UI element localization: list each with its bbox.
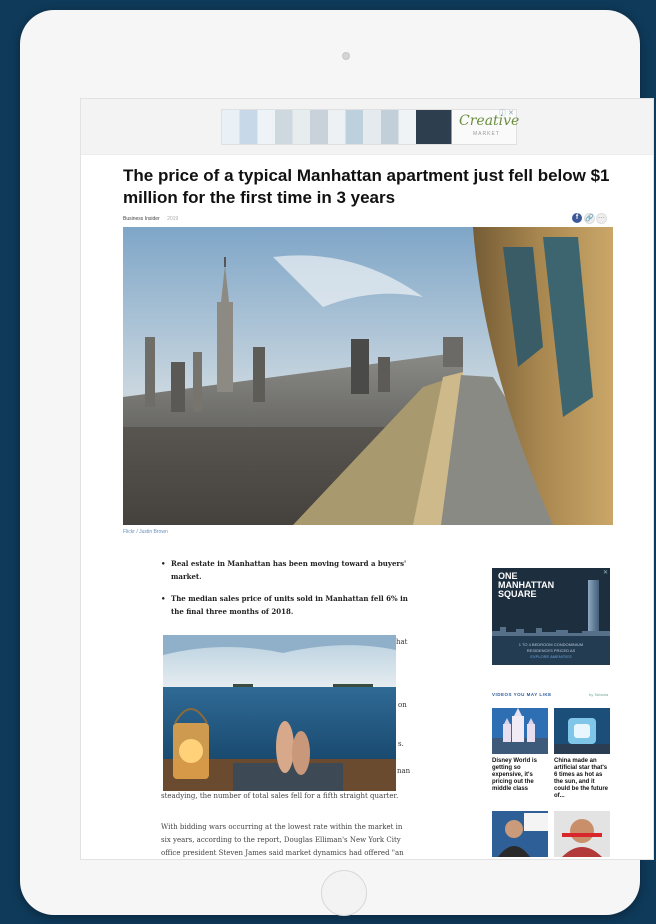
article-paragraph: With bidding wars occurring at the lowes…	[161, 823, 404, 857]
obscured-text-fragment: hat	[396, 638, 408, 646]
browser-screen: Creative MARKET ⓘ ✕ The price of a typic…	[80, 98, 654, 860]
inline-photo	[163, 635, 396, 791]
article-title: The price of a typical Manhattan apartme…	[123, 166, 610, 207]
obscured-text-fragment: nan	[397, 767, 411, 775]
link-share-icon[interactable]: 🔗	[584, 213, 595, 224]
publish-date: 2019	[167, 216, 179, 222]
key-point: The median sales price of units sold in …	[161, 592, 414, 618]
ad-brand-sub: MARKET	[473, 131, 500, 137]
article-paragraph: steadying, the number of total sales fel…	[161, 792, 399, 800]
videos-brand[interactable]: by Taboola	[589, 692, 608, 697]
key-points-list: Real estate in Manhattan has been moving…	[161, 557, 414, 627]
obscured-text-fragment: s.	[398, 740, 404, 748]
obscured-text-fragment: on	[398, 701, 407, 709]
ad-close-icon[interactable]: ⓘ ✕	[499, 108, 514, 118]
top-advertisement[interactable]: Creative MARKET ⓘ ✕	[81, 99, 653, 155]
ad-line: 1 TO 4 BEDROOM CONDOMINIUM	[518, 642, 584, 647]
ad-link[interactable]: EXPLORE AMENITIES	[492, 654, 610, 659]
ad-line: RESIDENCES PRICED AS	[526, 648, 576, 653]
key-point: Real estate in Manhattan has been moving…	[161, 557, 414, 583]
side-advertisement[interactable]: ONE MANHATTAN SQUARE ✕ 1 TO 4 BEDROOM CO…	[492, 568, 610, 665]
home-button[interactable]	[321, 870, 367, 916]
videos-heading: VIDEOS YOU MAY LIKE	[492, 692, 552, 697]
facebook-share-icon[interactable]: f	[572, 213, 582, 223]
ad-close-icon[interactable]: ✕	[603, 569, 608, 576]
ad-title: ONE MANHATTAN SQUARE	[498, 571, 555, 599]
tablet-frame: Creative MARKET ⓘ ✕ The price of a typic…	[20, 10, 654, 916]
photo-credit: Flickr / Justin Brown	[123, 529, 168, 535]
camera-icon	[342, 52, 350, 60]
video-caption[interactable]: China made an artificial star that's 6 t…	[554, 758, 612, 800]
video-thumbnail[interactable]	[554, 811, 610, 857]
byline: Business Insider 2019	[123, 216, 178, 222]
video-thumbnail[interactable]	[492, 811, 548, 857]
author-name[interactable]: Business Insider	[123, 216, 160, 222]
video-thumbnail[interactable]	[492, 708, 548, 754]
video-caption[interactable]: Disney World is getting so expensive, it…	[492, 758, 550, 793]
ad-skyline-image	[492, 627, 610, 637]
hero-photo	[123, 227, 613, 525]
video-thumbnail[interactable]	[554, 708, 610, 754]
more-share-icon[interactable]: ⋯	[596, 213, 607, 224]
